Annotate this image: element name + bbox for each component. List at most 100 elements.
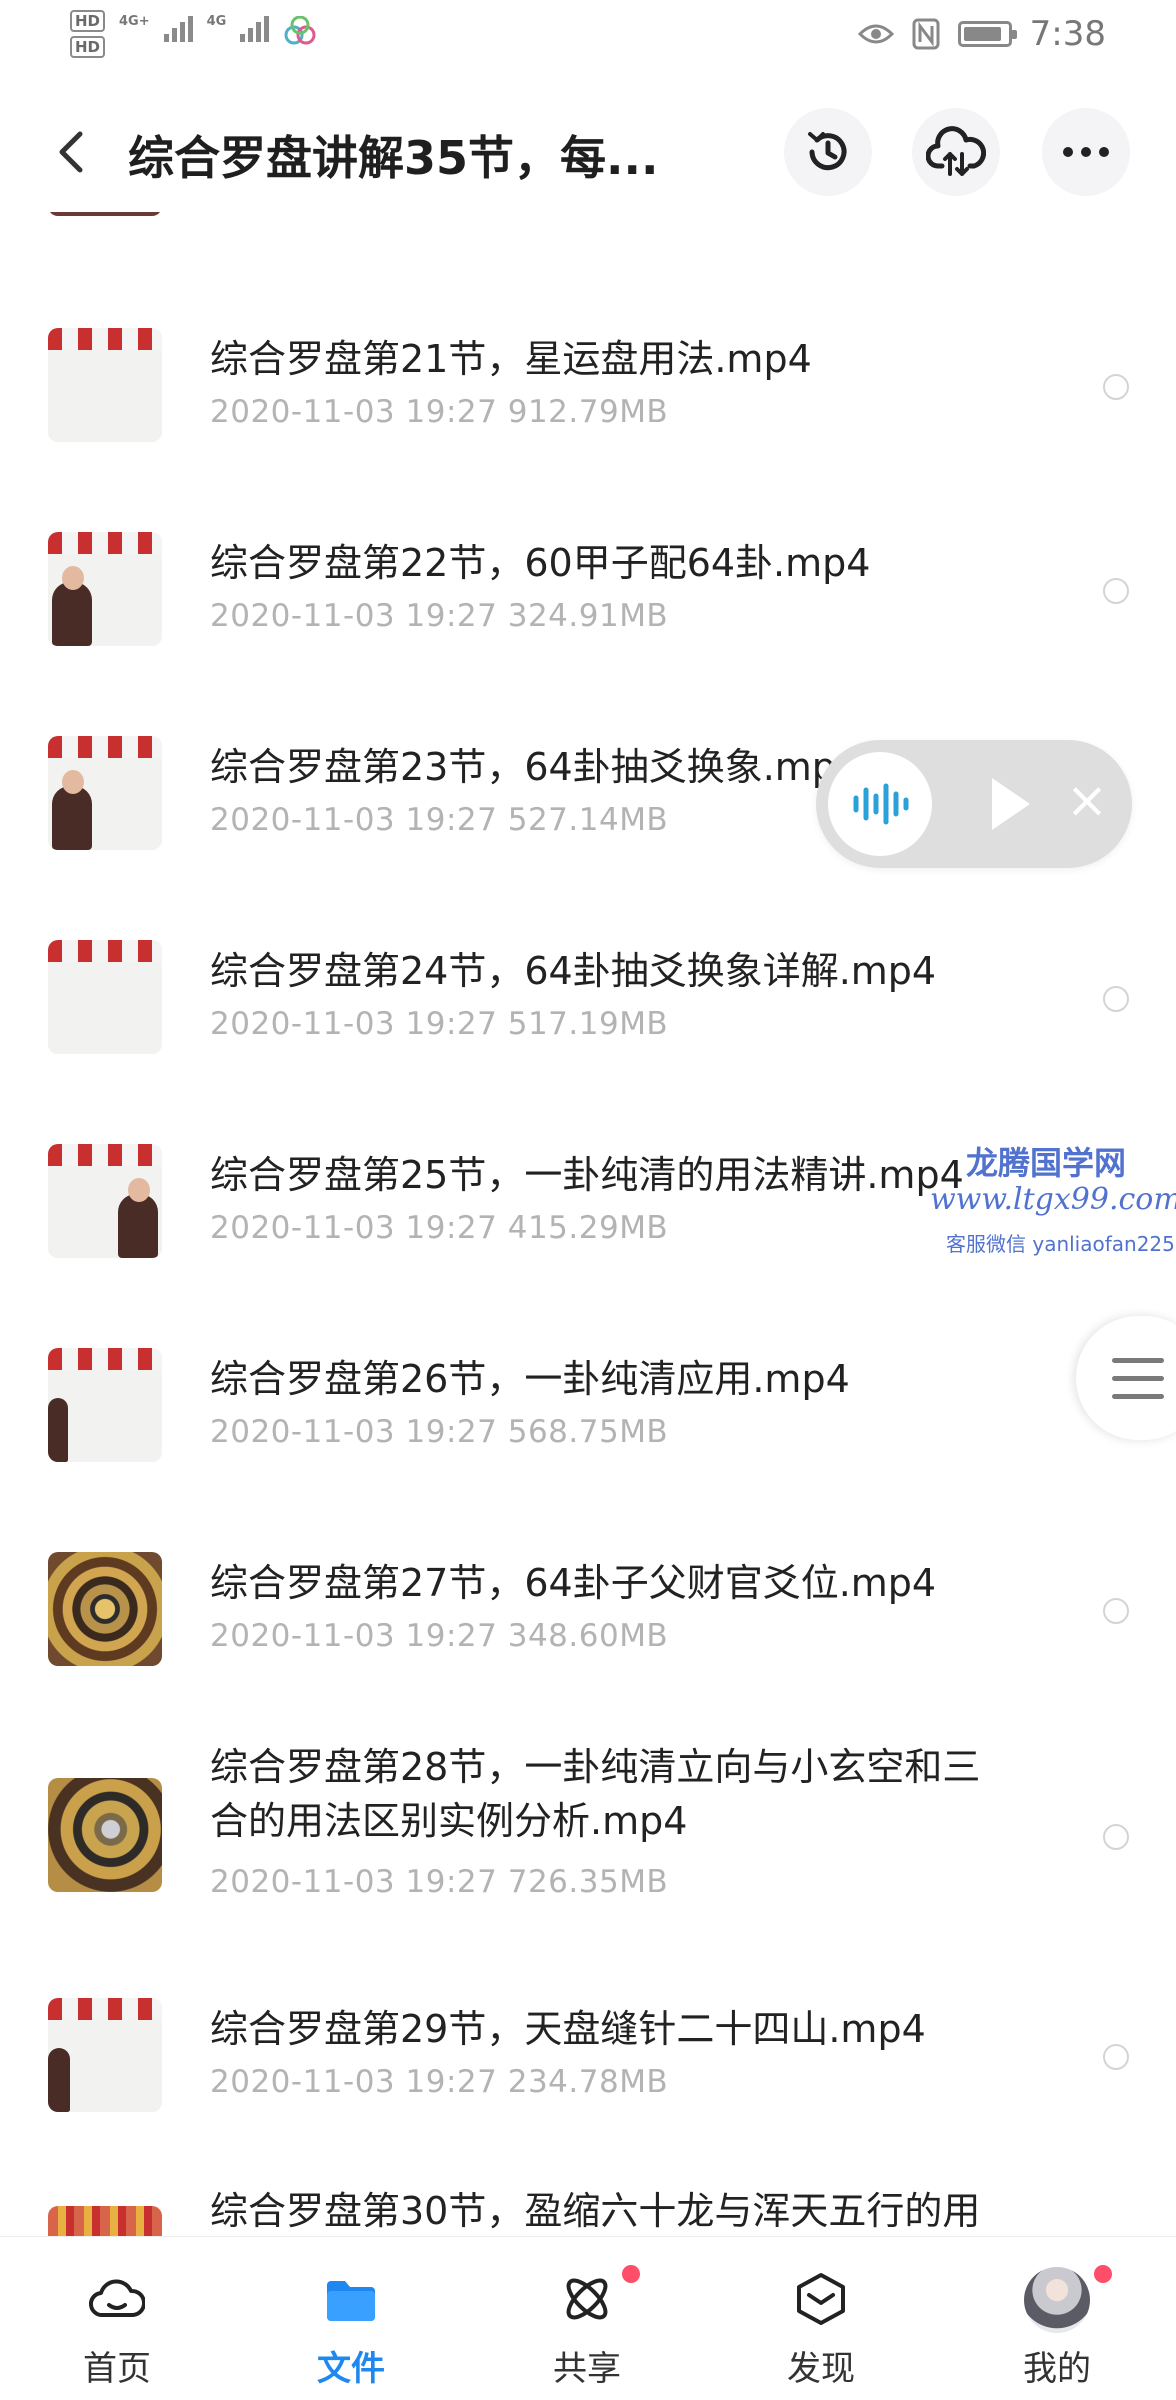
- tab-home[interactable]: 首页: [42, 2237, 192, 2400]
- play-icon[interactable]: [992, 778, 1030, 830]
- network-type-1: 4G+: [119, 14, 150, 29]
- file-size: 527.14MB: [507, 802, 669, 838]
- video-thumbnail: [48, 1552, 162, 1666]
- file-meta: 2020-11-03 19:27 348.60MB: [210, 1618, 668, 1654]
- watermark-contact: 客服微信 yanliaofan225: [946, 1232, 1175, 1256]
- file-name: 综合罗盘第25节，一卦纯清的用法精讲.mp4: [210, 1153, 964, 1197]
- select-radio[interactable]: [1103, 1824, 1129, 1850]
- file-row[interactable]: 综合罗盘第30节，盈缩六十龙与浑天五行的用: [0, 2174, 1176, 2236]
- file-size: 415.29MB: [507, 1210, 669, 1246]
- tab-files[interactable]: 文件: [276, 2237, 426, 2400]
- file-name: 综合罗盘第30节，盈缩六十龙与浑天五行的用: [210, 2189, 981, 2233]
- file-date: 2020-11-03 19:27: [210, 1210, 498, 1246]
- video-thumbnail: [48, 1144, 162, 1258]
- file-name: 综合罗盘第23节，64卦抽爻换象.mp4: [210, 745, 861, 789]
- tab-label: 我的: [1023, 2349, 1091, 2389]
- signal-icon-2: [240, 14, 270, 42]
- more-button[interactable]: [1042, 108, 1130, 196]
- avatar: [1024, 2267, 1090, 2333]
- file-size: 568.75MB: [507, 1414, 669, 1450]
- watermark-url: www.ltgx99.com: [930, 1182, 1176, 1217]
- page-title: 综合罗盘讲解35节，每...: [128, 131, 659, 185]
- floating-player[interactable]: ×: [816, 740, 1132, 868]
- video-thumbnail: [48, 1778, 162, 1892]
- status-right: 7:38: [857, 14, 1106, 54]
- app-notification-icon: [284, 16, 316, 45]
- file-size: 348.60MB: [507, 1618, 669, 1654]
- video-thumbnail: [48, 736, 162, 850]
- me-badge: [1094, 2265, 1112, 2283]
- chevron-left-icon[interactable]: [50, 124, 94, 184]
- history-button[interactable]: [784, 108, 872, 196]
- partial-thumbnail: [48, 212, 162, 216]
- file-row[interactable]: 综合罗盘第22节，60甲子配64卦.mp4 2020-11-03 19:27 3…: [0, 516, 1176, 696]
- watermark-title: 龙腾国学网: [966, 1144, 1127, 1182]
- tab-label: 首页: [83, 2349, 151, 2389]
- select-radio[interactable]: [1103, 578, 1129, 604]
- file-date: 2020-11-03 19:27: [210, 394, 498, 430]
- file-name: 综合罗盘第27节，64卦子父财官爻位.mp4: [210, 1561, 937, 1605]
- file-name: 综合罗盘第21节，星运盘用法.mp4: [210, 337, 812, 381]
- audio-wave-icon: [853, 783, 909, 825]
- player-wave-button[interactable]: [828, 752, 932, 856]
- video-thumbnail: [48, 1348, 162, 1462]
- file-size: 726.35MB: [507, 1864, 669, 1900]
- video-thumbnail: [48, 532, 162, 646]
- hd-badge-1: HD: [70, 10, 106, 32]
- file-date: 2020-11-03 19:27: [210, 1618, 498, 1654]
- file-meta: 2020-11-03 19:27 568.75MB: [210, 1414, 668, 1450]
- file-meta: 2020-11-03 19:27 415.29MB: [210, 1210, 668, 1246]
- file-meta: 2020-11-03 19:27 234.78MB: [210, 2064, 668, 2100]
- tab-share[interactable]: 共享: [512, 2237, 662, 2400]
- tab-label: 文件: [317, 2349, 385, 2389]
- file-name: 综合罗盘第28节，一卦纯清立向与小玄空和三: [210, 1745, 981, 1789]
- discover-box-icon: [797, 2273, 845, 2325]
- file-name: 综合罗盘第26节，一卦纯清应用.mp4: [210, 1357, 850, 1401]
- file-meta: 2020-11-03 19:27 912.79MB: [210, 394, 668, 430]
- video-thumbnail: [48, 940, 162, 1054]
- file-size: 912.79MB: [507, 394, 669, 430]
- share-badge: [622, 2265, 640, 2283]
- select-radio[interactable]: [1103, 1598, 1129, 1624]
- file-date: 2020-11-03 19:27: [210, 2064, 498, 2100]
- file-row[interactable]: 综合罗盘第26节，一卦纯清应用.mp4 2020-11-03 19:27 568…: [0, 1332, 1176, 1512]
- file-row[interactable]: 综合罗盘第27节，64卦子父财官爻位.mp4 2020-11-03 19:27 …: [0, 1536, 1176, 1716]
- file-row[interactable]: 综合罗盘第29节，天盘缝针二十四山.mp4 2020-11-03 19:27 2…: [0, 1982, 1176, 2162]
- cloud-home-icon: [89, 2279, 145, 2318]
- video-thumbnail: [48, 1998, 162, 2112]
- file-meta: 2020-11-03 19:27 324.91MB: [210, 598, 668, 634]
- select-radio[interactable]: [1103, 2044, 1129, 2070]
- cloud-upload-icon: [926, 126, 986, 176]
- file-size: 517.19MB: [507, 1006, 669, 1042]
- file-size: 324.91MB: [507, 598, 669, 634]
- file-row[interactable]: 综合罗盘第24节，64卦抽爻换象详解.mp4 2020-11-03 19:27 …: [0, 924, 1176, 1104]
- file-list[interactable]: 综合罗盘第21节，星运盘用法.mp4 2020-11-03 19:27 912.…: [0, 212, 1176, 2236]
- clock: 7:38: [1029, 14, 1106, 54]
- file-meta: 2020-11-03 19:27 726.35MB: [210, 1864, 668, 1900]
- close-icon[interactable]: ×: [1066, 770, 1108, 830]
- bottom-nav: 首页 文件 共享 发现 我的: [0, 2236, 1176, 2400]
- battery-icon: [957, 21, 1017, 47]
- share-atom-icon: [566, 2278, 608, 2320]
- tab-discover[interactable]: 发现: [746, 2237, 896, 2400]
- network-type-2: 4G: [206, 14, 227, 29]
- file-name: 综合罗盘第29节，天盘缝针二十四山.mp4: [210, 2007, 926, 2051]
- file-date: 2020-11-03 19:27: [210, 598, 498, 634]
- tab-me[interactable]: 我的: [982, 2237, 1132, 2400]
- tab-label: 共享: [553, 2349, 621, 2389]
- video-thumbnail: [48, 328, 162, 442]
- select-radio[interactable]: [1103, 374, 1129, 400]
- file-meta: 2020-11-03 19:27 527.14MB: [210, 802, 668, 838]
- video-thumbnail: [48, 2206, 162, 2236]
- file-row[interactable]: 综合罗盘第21节，星运盘用法.mp4 2020-11-03 19:27 912.…: [0, 312, 1176, 492]
- signal-icon-1: [163, 14, 193, 42]
- file-name: 综合罗盘第22节，60甲子配64卦.mp4: [210, 541, 871, 585]
- file-date: 2020-11-03 19:27: [210, 1006, 498, 1042]
- file-date: 2020-11-03 19:27: [210, 802, 498, 838]
- transfer-button[interactable]: [912, 108, 1000, 196]
- file-row[interactable]: 综合罗盘第28节，一卦纯清立向与小玄空和三 合的用法区别实例分析.mp4 202…: [0, 1740, 1176, 1970]
- eye-icon: [857, 24, 894, 44]
- select-radio[interactable]: [1103, 986, 1129, 1012]
- hd-indicators: HD HD: [70, 10, 106, 58]
- top-bar: 综合罗盘讲解35节，每...: [0, 100, 1176, 210]
